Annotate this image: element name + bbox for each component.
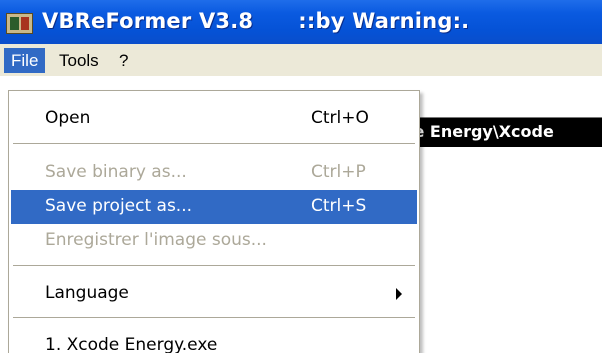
menu-separator [13, 265, 415, 267]
menu-item-label: Open [45, 108, 91, 128]
menu-item-save-image[interactable]: Enregistrer l'image sous... [11, 224, 417, 258]
menu-item-save-binary[interactable]: Save binary as... Ctrl+P [11, 156, 417, 190]
menu-separator [13, 317, 415, 319]
window-title: VBReFormer V3.8 ::by Warning:. [42, 9, 470, 33]
menu-item-label: Save binary as... [45, 162, 187, 182]
submenu-arrow-icon [396, 288, 402, 300]
menu-item-language[interactable]: Language [11, 277, 417, 311]
menu-separator [13, 143, 415, 145]
menu-item-save-project[interactable]: Save project as... Ctrl+S [11, 190, 417, 224]
menu-item-label: Save project as... [45, 196, 193, 216]
menu-item-recent-file[interactable]: 1. Xcode Energy.exe [11, 329, 417, 353]
menu-item-open[interactable]: Open Ctrl+O [11, 102, 417, 136]
menu-item-shortcut: Ctrl+O [311, 108, 369, 128]
path-text: le Energy\Xcode [408, 122, 554, 141]
file-menu-dropdown: Open Ctrl+O Save binary as... Ctrl+P Sav… [8, 90, 420, 353]
menu-help[interactable]: ? [112, 48, 135, 73]
menu-item-shortcut: Ctrl+S [311, 196, 367, 216]
menu-item-shortcut: Ctrl+P [311, 162, 366, 182]
app-icon[interactable] [6, 13, 33, 34]
menu-item-label: 1. Xcode Energy.exe [45, 335, 218, 353]
path-header: le Energy\Xcode [400, 117, 602, 147]
menu-bar: File Tools ? [0, 44, 602, 76]
menu-tools[interactable]: Tools [52, 48, 106, 73]
menu-item-label: Enregistrer l'image sous... [45, 230, 267, 250]
menu-file[interactable]: File [4, 48, 46, 73]
menu-item-label: Language [45, 283, 129, 303]
title-bar[interactable]: VBReFormer V3.8 ::by Warning:. [0, 0, 602, 44]
